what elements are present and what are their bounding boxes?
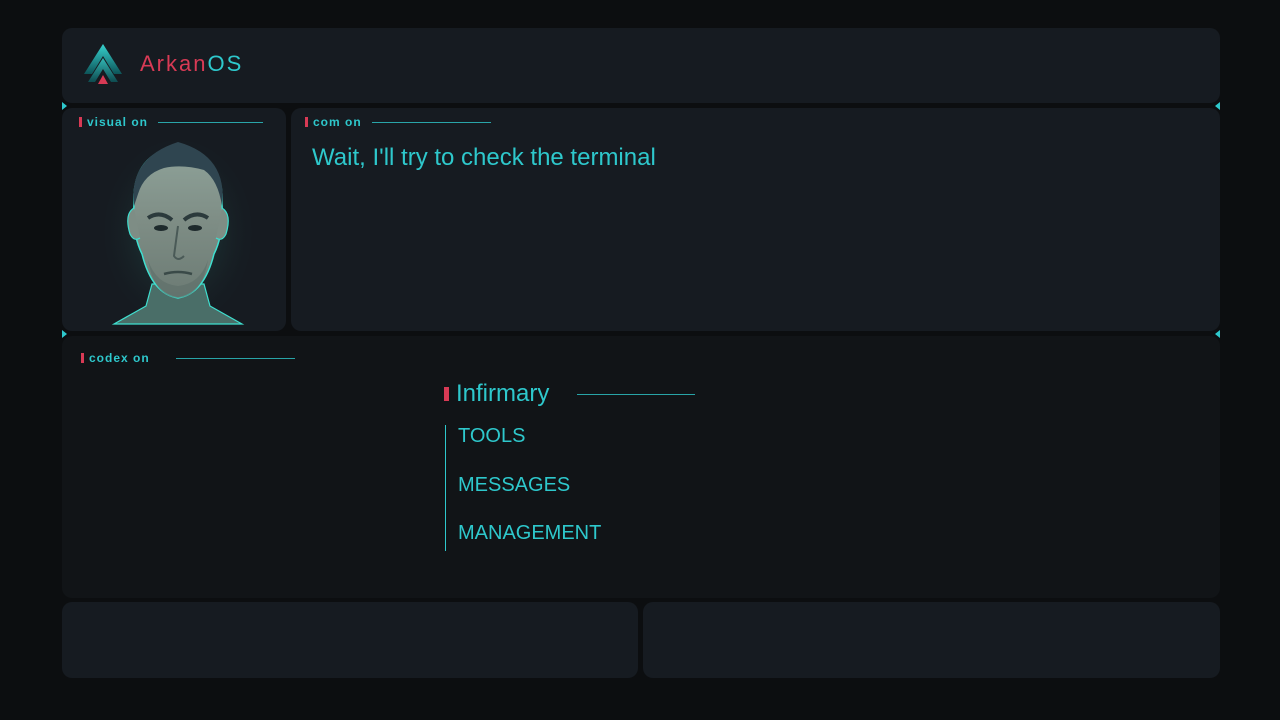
brand-name-part1: Arkan (140, 51, 208, 76)
codex-menu: TOOLS MESSAGES MANAGEMENT (445, 425, 601, 551)
dialog-message: Wait, I'll try to check the terminal (312, 144, 656, 171)
corner-marker (1215, 102, 1220, 110)
visual-tag-label: visual on (87, 115, 149, 129)
menu-item-messages[interactable]: MESSAGES (458, 474, 601, 523)
menu-item-tools[interactable]: TOOLS (458, 425, 601, 474)
character-portrait (104, 140, 252, 325)
codex-tag-label: codex on (89, 351, 150, 365)
tag-marker (305, 117, 308, 127)
tag-line (175, 357, 295, 359)
tag-marker (79, 117, 82, 127)
com-panel: com on Wait, I'll try to check the termi… (291, 108, 1220, 331)
com-tag: com on (305, 115, 491, 129)
visual-tag: visual on (79, 115, 264, 129)
footer-panel-right (643, 602, 1220, 678)
codex-tag: codex on (81, 351, 295, 365)
com-tag-label: com on (313, 115, 362, 129)
app-frame: ArkanOS visual on com on Wait, I'll try … (0, 0, 1280, 720)
menu-item-management[interactable]: MANAGEMENT (458, 522, 601, 571)
section-title-label: Infirmary (456, 380, 550, 407)
tag-line (158, 121, 264, 123)
brand-name: ArkanOS (140, 51, 243, 77)
title-line (577, 393, 696, 395)
visual-panel: visual on (62, 108, 286, 331)
tag-marker (81, 353, 84, 363)
tag-line (371, 121, 491, 123)
arkanos-logo-icon (84, 44, 122, 84)
header-bar: ArkanOS (62, 28, 1220, 103)
title-marker (444, 387, 449, 401)
brand-name-part2: OS (207, 51, 244, 76)
section-title: Infirmary (444, 380, 696, 408)
codex-panel: codex on Infirmary TOOLS MESSAGES MANAGE… (62, 336, 1220, 598)
footer-panel-left (62, 602, 638, 678)
corner-marker (1215, 330, 1220, 338)
